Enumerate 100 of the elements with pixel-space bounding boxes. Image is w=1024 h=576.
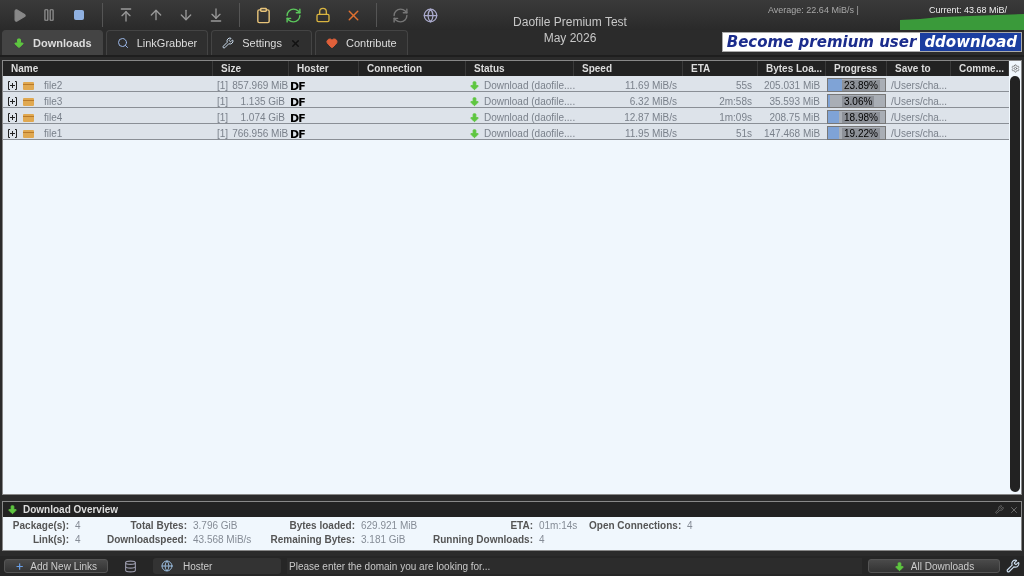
stat-value: 4	[75, 520, 82, 531]
stat-value: 4	[687, 520, 694, 531]
title-date: May 2026	[543, 30, 597, 46]
tab[interactable]: Contribute	[314, 30, 408, 55]
link-count: [1]	[216, 127, 230, 139]
file-name: file1	[43, 127, 64, 139]
link-count: [1]	[216, 79, 230, 91]
wrench-icon	[222, 37, 235, 49]
download-icon	[469, 111, 480, 123]
clipboard-icon[interactable]	[254, 6, 272, 24]
panel-title: Download Overview	[23, 504, 119, 515]
save-path: /Users/cha...	[890, 111, 949, 123]
package-icon	[23, 112, 34, 122]
file-name: file2	[43, 79, 64, 91]
stat-label: Running Downloads:	[432, 534, 533, 545]
stat-label: Bytes loaded:	[288, 520, 355, 531]
reconnect-icon[interactable]	[391, 6, 409, 24]
bytes-cell-text: 147.468 MiB	[763, 127, 822, 139]
window-title: Daofile Premium Test	[513, 14, 627, 30]
bytes-cell-text: 208.75 MiB	[768, 111, 821, 123]
save-path: /Users/cha...	[890, 95, 949, 107]
table-row[interactable]: file4 [1] 1.074 GiB DF Download (daofile.... 12.87 MiB/s 1m:09s 208.75 MiB 18.98% /Users/cha...	[3, 108, 1009, 124]
progress-text: 23.89%	[842, 80, 880, 91]
banner-logo[interactable]: ddownload	[920, 33, 1021, 51]
globe-icon[interactable]	[422, 7, 438, 23]
heart-icon	[325, 37, 338, 49]
package-icon	[23, 128, 34, 138]
eta-cell-text: 55s	[734, 79, 753, 91]
database-icon[interactable]	[124, 559, 137, 573]
status-cell: Download (daofile....	[484, 79, 576, 91]
stat-value: 3.796 GiB	[193, 520, 239, 531]
settings-icon[interactable]	[1010, 64, 1020, 73]
expand-icon[interactable]	[8, 128, 17, 138]
bytes-cell-text: 205.031 MiB	[763, 79, 822, 91]
status-cell: Download (daofile....	[484, 111, 576, 123]
stat-label: Remaining Bytes:	[269, 534, 355, 545]
stat-value: 4	[539, 534, 546, 545]
size-cell: 1.074 GiB	[240, 111, 285, 123]
add-links-button[interactable]: Add New Links	[4, 559, 108, 573]
progress-text: 3.06%	[842, 96, 875, 107]
pause-icon[interactable]	[42, 8, 56, 22]
hoster-logo: DF	[289, 96, 305, 109]
stat-label: Total Bytes:	[129, 520, 187, 531]
stat-value: 629.921 MiB	[361, 520, 419, 531]
hoster-logo: DF	[289, 80, 305, 93]
table-row[interactable]: file1 [1] 766.956 MiB DF Download (daofile.... 11.95 MiB/s 51s 147.468 MiB 19.22% /Users/cha...	[3, 124, 1009, 140]
download-icon	[469, 95, 480, 107]
speed-cell-text: 11.95 MiB/s	[623, 127, 678, 139]
save-path: /Users/cha...	[890, 79, 949, 91]
expand-icon[interactable]	[8, 96, 17, 106]
stat-label: Downloadspeed:	[107, 534, 187, 545]
status-cell: Download (daofile....	[484, 127, 576, 139]
globe-icon	[161, 560, 173, 572]
expand-icon[interactable]	[8, 80, 17, 90]
speed-cell-text: 11.69 MiB/s	[623, 79, 678, 91]
arrow-to-top-icon[interactable]	[118, 7, 134, 23]
link-count: [1]	[216, 111, 230, 123]
play-icon[interactable]	[11, 7, 27, 23]
tab[interactable]: Settings	[211, 30, 312, 55]
download-icon	[893, 560, 905, 572]
size-cell: 766.956 MiB	[232, 127, 289, 139]
stop-icon[interactable]	[73, 9, 85, 21]
refresh-icon[interactable]	[284, 6, 302, 24]
all-downloads-button[interactable]: All Downloads	[868, 559, 1000, 573]
filter-dropdown[interactable]: Hoster	[153, 558, 281, 574]
package-icon	[23, 96, 34, 106]
eta-cell-text: 51s	[734, 127, 753, 139]
stat-value: 4	[75, 534, 82, 545]
table-row[interactable]: file2 [1] 857.969 MiB DF Download (daofile.... 11.69 MiB/s 55s 205.031 MiB 23.89% /Users/cha...	[3, 76, 1009, 92]
stat-value: 01m:14s	[539, 520, 579, 531]
search-field[interactable]: Please enter the domain you are looking for...	[287, 558, 862, 574]
table-row[interactable]: file3 [1] 1.135 GiB DF Download (daofile.... 6.32 MiB/s 2m:58s 35.593 MiB 3.06% /Users/cha...	[3, 92, 1009, 108]
stat-label: Link(s):	[31, 534, 69, 545]
tab[interactable]: Downloads	[2, 30, 103, 55]
expand-icon[interactable]	[8, 112, 17, 122]
eta-cell-text: 1m:09s	[718, 111, 753, 123]
stat-value: 43.568 MiB/s	[193, 534, 253, 545]
download-icon	[469, 79, 480, 91]
status-cell: Download (daofile....	[484, 95, 576, 107]
stat-value: 3.181 GiB	[361, 534, 407, 545]
file-name: file3	[43, 95, 64, 107]
progress-text: 18.98%	[842, 112, 880, 123]
lock-icon[interactable]	[315, 7, 331, 23]
arrow-to-bottom-icon[interactable]	[208, 7, 224, 23]
tab[interactable]: LinkGrabber	[105, 30, 209, 55]
close-icon[interactable]	[1009, 504, 1019, 515]
hoster-logo: DF	[289, 128, 305, 141]
download-icon	[13, 37, 25, 49]
size-cell: 857.969 MiB	[232, 79, 289, 91]
arrow-up-icon[interactable]	[148, 7, 164, 23]
stat-label: Package(s):	[11, 520, 69, 531]
package-icon	[23, 80, 34, 90]
banner-text[interactable]: Become premium user	[722, 33, 921, 51]
scrollbar[interactable]	[1010, 76, 1020, 492]
download-icon	[7, 504, 18, 515]
link-count: [1]	[216, 95, 230, 107]
speed-cell-text: 12.87 MiB/s	[623, 111, 678, 123]
file-name: file4	[43, 111, 64, 123]
size-cell: 1.135 GiB	[240, 95, 285, 107]
arrow-down-icon[interactable]	[178, 7, 194, 23]
